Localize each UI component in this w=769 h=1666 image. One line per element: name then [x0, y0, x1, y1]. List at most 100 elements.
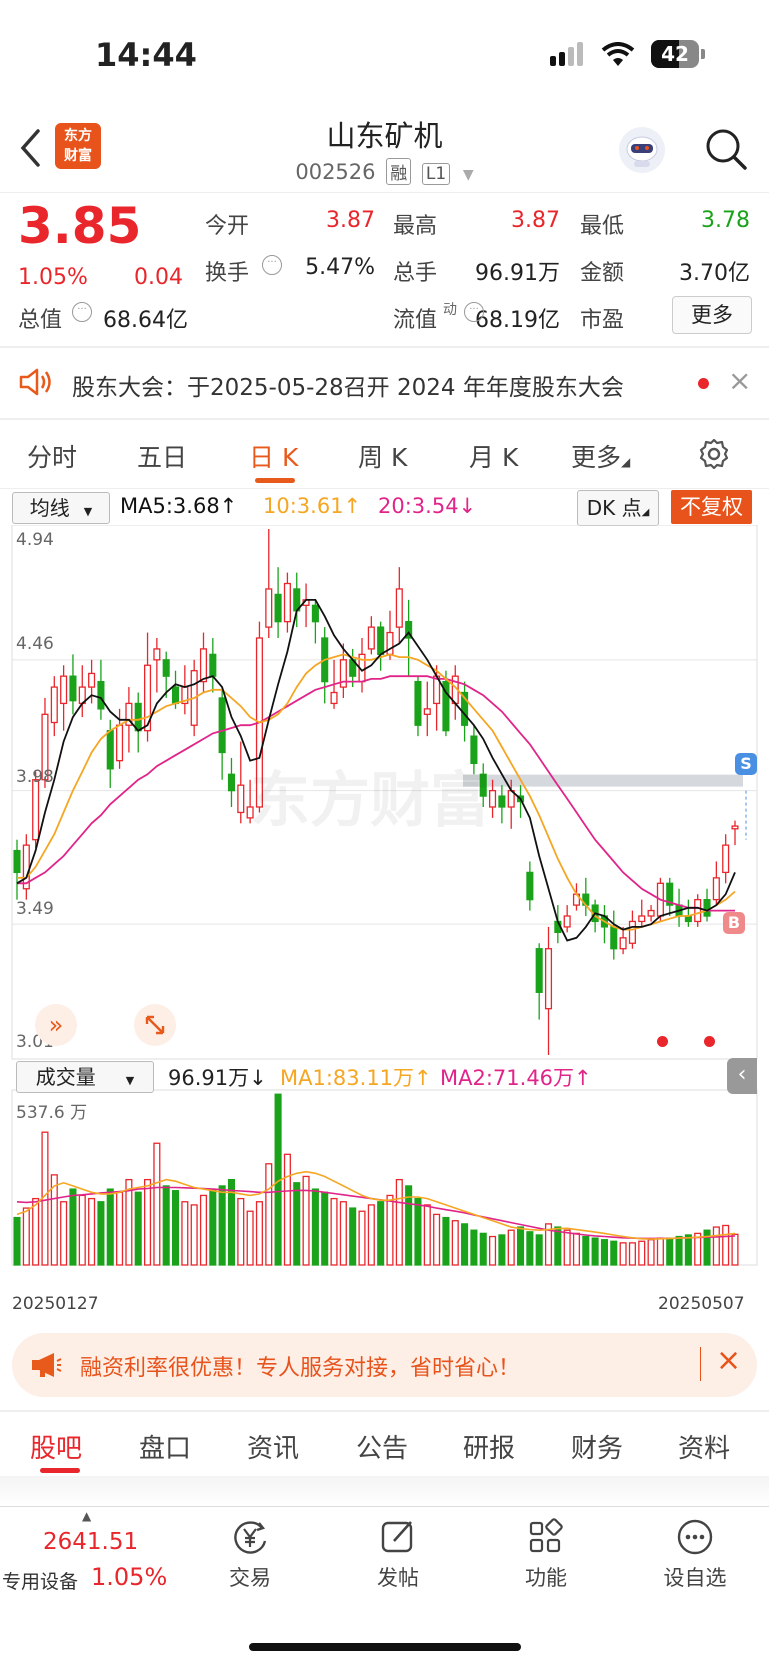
volume-bar	[423, 1204, 431, 1266]
content-tab[interactable]: 股吧	[30, 1428, 82, 1465]
quote-label: 最低	[580, 214, 625, 239]
settings-gear-icon[interactable]	[697, 437, 731, 475]
index-value[interactable]: 2641.51	[43, 1529, 138, 1555]
home-indicator[interactable]	[249, 1643, 521, 1651]
volume-bar	[321, 1191, 329, 1266]
volume-bar	[470, 1229, 478, 1266]
tab-monthly-k[interactable]: 月 K	[469, 438, 518, 474]
unread-dot	[698, 378, 709, 389]
volume-bar	[60, 1201, 68, 1266]
content-tab[interactable]: 资讯	[247, 1428, 299, 1465]
trade-button[interactable]: 交易	[220, 1517, 280, 1592]
assistant-robot-icon[interactable]	[619, 127, 665, 173]
notice-divider	[0, 418, 769, 420]
candle-body	[722, 844, 730, 874]
volume-max-label: 537.6 万	[16, 1103, 88, 1123]
volume-bar	[489, 1235, 497, 1266]
volume-bar	[358, 1210, 366, 1266]
content-tab[interactable]: 资料	[678, 1428, 730, 1465]
candle-body	[395, 588, 403, 628]
volume-value: 96.91万↓	[168, 1066, 267, 1090]
close-icon[interactable]: ×	[728, 364, 751, 397]
watermark: 东方财富	[250, 766, 490, 836]
candle-body	[526, 871, 534, 901]
ma20-label: 20:3.54↓	[378, 494, 477, 518]
expand-panel-icon[interactable]: »	[35, 1004, 77, 1046]
collapse-panel-icon[interactable]: ‹	[727, 1058, 757, 1094]
level1-tag: L1	[421, 163, 451, 185]
content-tab[interactable]: 公告	[356, 1428, 408, 1465]
candle-body	[367, 626, 375, 650]
candle-body	[283, 582, 291, 623]
search-icon[interactable]	[704, 127, 748, 175]
edit-pencil-icon	[381, 1521, 413, 1553]
content-tab[interactable]: 财务	[571, 1428, 623, 1465]
volume-bar	[591, 1237, 599, 1266]
volume-bar	[666, 1237, 674, 1266]
candle-body	[311, 604, 319, 623]
info-icon[interactable]: ···	[72, 302, 92, 322]
candle-body	[712, 877, 720, 901]
header-divider	[0, 192, 769, 193]
tab-intraday[interactable]: 分时	[27, 438, 77, 474]
tab-weekly-k[interactable]: 周 K	[358, 438, 407, 474]
event-dot[interactable]	[657, 1036, 668, 1047]
y-axis-label: 3.49	[16, 899, 54, 919]
quote-label: 总值	[18, 308, 63, 333]
volume-bar	[647, 1239, 655, 1266]
post-button[interactable]: 发帖	[368, 1517, 428, 1592]
volume-bar	[293, 1182, 301, 1266]
indicator-select[interactable]: 成交量 ▼	[16, 1061, 154, 1093]
quote-value: 68.19亿	[475, 308, 560, 333]
adjust-price-button[interactable]: 不复权	[671, 490, 752, 524]
ma-type-select[interactable]: 均线 ▼	[12, 492, 110, 524]
content-tab[interactable]: 研报	[463, 1428, 515, 1465]
promo-banner[interactable]: 融资利率很优惠！专人服务对接，省时省心！ ×	[12, 1333, 757, 1397]
quote-label: 金额	[580, 261, 625, 286]
sell-marker[interactable]: S	[735, 753, 757, 775]
change-amount: 0.04	[134, 265, 183, 290]
vol-ma1-line	[16, 1170, 736, 1240]
tab-more[interactable]: 更多◢	[571, 438, 630, 474]
volume-bar	[311, 1188, 319, 1266]
more-quote-button[interactable]: 更多	[672, 296, 752, 334]
volume-bar	[209, 1188, 217, 1266]
close-icon[interactable]: ×	[716, 1343, 741, 1378]
volume-bar	[199, 1194, 208, 1266]
fullscreen-icon[interactable]	[134, 1004, 176, 1046]
info-icon[interactable]: ···	[464, 302, 484, 322]
kline-chart[interactable]	[0, 525, 769, 1325]
dk-point-button[interactable]: DK 点◢	[577, 490, 659, 526]
speaker-icon	[18, 367, 54, 401]
volume-bar	[722, 1224, 730, 1266]
candle-body	[32, 779, 40, 841]
volume-bar	[572, 1232, 581, 1266]
volume-bar	[731, 1233, 739, 1266]
banner-divider	[700, 1347, 701, 1381]
candle-body	[69, 675, 77, 702]
event-dot[interactable]	[704, 1036, 715, 1047]
volume-bar	[377, 1201, 385, 1266]
candle-body	[489, 789, 497, 808]
content-tab[interactable]: 盘口	[139, 1428, 191, 1465]
stock-code: 002526	[295, 160, 376, 184]
tab-daily-k[interactable]: 日 K	[249, 438, 298, 474]
functions-button[interactable]: 功能	[516, 1517, 576, 1592]
volume-bar	[265, 1163, 273, 1266]
notice-bar[interactable]: 股东大会：于2025-05-28召开 2024 年年度股东大会 ×	[0, 348, 769, 418]
volume-bar	[498, 1234, 506, 1266]
feed-preview	[0, 1476, 769, 1506]
volume-bar	[162, 1185, 170, 1266]
grid-apps-icon	[529, 1518, 563, 1553]
candle-body	[694, 899, 702, 923]
index-change: 1.05%	[91, 1563, 168, 1591]
candle-body	[535, 948, 543, 993]
trade-yen-icon	[234, 1521, 267, 1554]
buy-marker[interactable]: B	[723, 912, 745, 934]
status-time: 14:44	[95, 36, 197, 74]
info-icon[interactable]: ···	[262, 255, 282, 275]
tab-5day[interactable]: 五日	[137, 438, 187, 474]
candle-body	[330, 691, 338, 705]
add-watchlist-button[interactable]: 设自选	[655, 1517, 735, 1592]
candle-body	[50, 686, 58, 724]
